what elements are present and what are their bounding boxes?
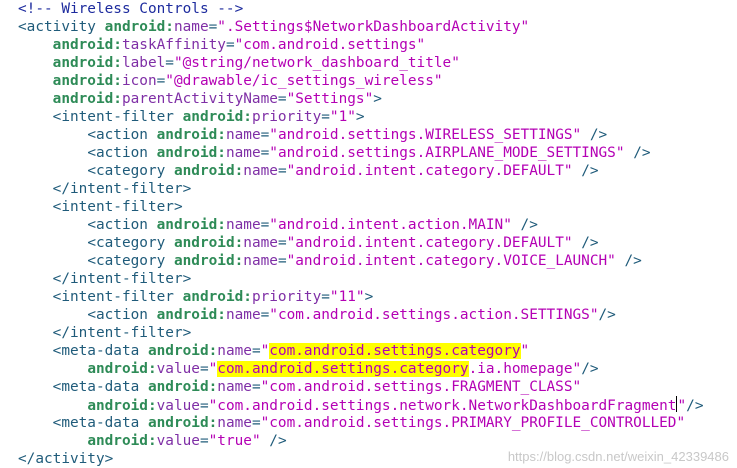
code-line: android:value="true" /> (87, 433, 287, 449)
code-line: <action android:name="android.settings.A… (87, 145, 651, 161)
code-line: </intent-filter> (52, 181, 192, 197)
code-line: </activity> (18, 451, 114, 467)
code-line: <action android:name="android.intent.act… (87, 217, 538, 233)
watermark: https://blog.csdn.net/weixin_42339486 (507, 449, 729, 464)
code-line: <category android:name="android.intent.c… (87, 253, 642, 269)
code-line: <action android:name="com.android.settin… (87, 307, 616, 323)
code-editor[interactable]: <!-- Wireless Controls --> <activity andr… (0, 0, 737, 468)
code-line: <!-- Wireless Controls --> (18, 1, 244, 17)
code-line: <intent-filter android:priority="11"> (52, 289, 374, 305)
code-line: android:value="com.android.settings.netw… (87, 396, 704, 414)
code-line: android:icon="@drawable/ic_settings_wire… (52, 73, 443, 89)
text-caret (676, 396, 678, 412)
code-line: <category android:name="android.intent.c… (87, 163, 599, 179)
code-line: <action android:name="android.settings.W… (87, 127, 608, 143)
code-line: android:taskAffinity="com.android.settin… (52, 37, 426, 53)
code-line: </intent-filter> (52, 271, 192, 287)
code-line: <activity android:name=".Settings$Networ… (18, 19, 530, 35)
code-line: android:parentActivityName="Settings"> (52, 91, 382, 107)
code-line: <meta-data android:name="com.android.set… (52, 379, 582, 395)
code-line: <meta-data android:name="com.android.set… (52, 415, 686, 431)
code-line: <intent-filter android:priority="1"> (52, 109, 365, 125)
code-line: <intent-filter> (52, 199, 183, 215)
code-line: android:value="com.android.settings.cate… (87, 361, 599, 377)
code-line: android:label="@string/network_dashboard… (52, 55, 460, 71)
code-line: <category android:name="android.intent.c… (87, 235, 599, 251)
code-line: <meta-data android:name="com.android.set… (52, 343, 530, 359)
code-line: </intent-filter> (52, 325, 192, 341)
